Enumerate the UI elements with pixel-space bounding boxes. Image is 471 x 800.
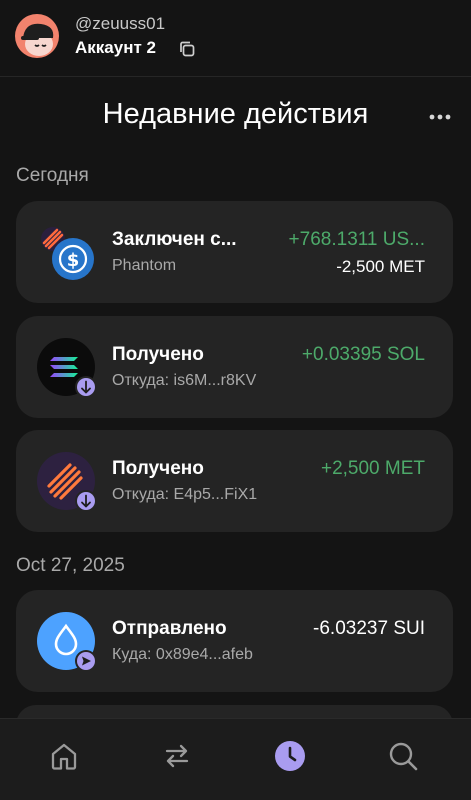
activity-item[interactable]: $ Заключен с... Phantom +768.1311 US... … [16, 201, 453, 303]
home-icon[interactable] [47, 739, 81, 773]
meteora-icon [37, 452, 97, 512]
bottom-nav [0, 718, 471, 800]
section-label-date: Oct 27, 2025 [16, 555, 125, 576]
usdc-icon: $ [37, 223, 95, 281]
sui-icon [37, 612, 97, 672]
activity-amount-secondary: -2,500 MET [336, 257, 425, 276]
activity-amount: +2,500 MET [320, 458, 425, 479]
activity-item[interactable]: Получено Откуда: E4p5...FiX1 +2,500 MET [16, 430, 453, 532]
solana-icon [37, 338, 97, 398]
copy-icon[interactable] [178, 40, 196, 58]
svg-text:$: $ [67, 250, 80, 271]
account-name[interactable]: Аккаунт 2 [75, 38, 156, 58]
activity-subtitle: Откуда: E4p5...FiX1 [112, 486, 258, 503]
history-icon[interactable] [273, 739, 307, 773]
activity-amount: +768.1311 US... [288, 229, 425, 250]
section-label-today: Сегодня [16, 165, 89, 186]
activity-subtitle: Откуда: is6M...r8KV [112, 372, 257, 389]
activity-item[interactable]: Отправлено Куда: 0x89e4...afeb -6.03237 … [16, 590, 453, 692]
activity-amount: -6.03237 SUI [313, 618, 425, 639]
header-divider [0, 76, 471, 77]
activity-item[interactable]: Получено Откуда: is6M...r8KV +0.03395 SO… [16, 316, 453, 418]
activity-title: Заключен с... [112, 229, 237, 250]
search-icon[interactable] [386, 739, 420, 773]
activity-subtitle: Phantom [112, 257, 177, 274]
page-title: Недавние действия [102, 98, 369, 130]
activity-title: Получено [112, 344, 204, 365]
account-header: @zeuuss01 Аккаунт 2 [0, 0, 471, 76]
activity-title: Получено [112, 458, 204, 479]
activity-amount: +0.03395 SOL [301, 344, 425, 365]
swap-icon[interactable] [160, 739, 194, 773]
activity-subtitle: Куда: 0x89e4...afeb [112, 646, 253, 663]
activity-title: Отправлено [112, 618, 227, 639]
username: @zeuuss01 [75, 14, 166, 33]
more-options-icon[interactable] [428, 110, 452, 122]
avatar[interactable] [15, 14, 59, 58]
